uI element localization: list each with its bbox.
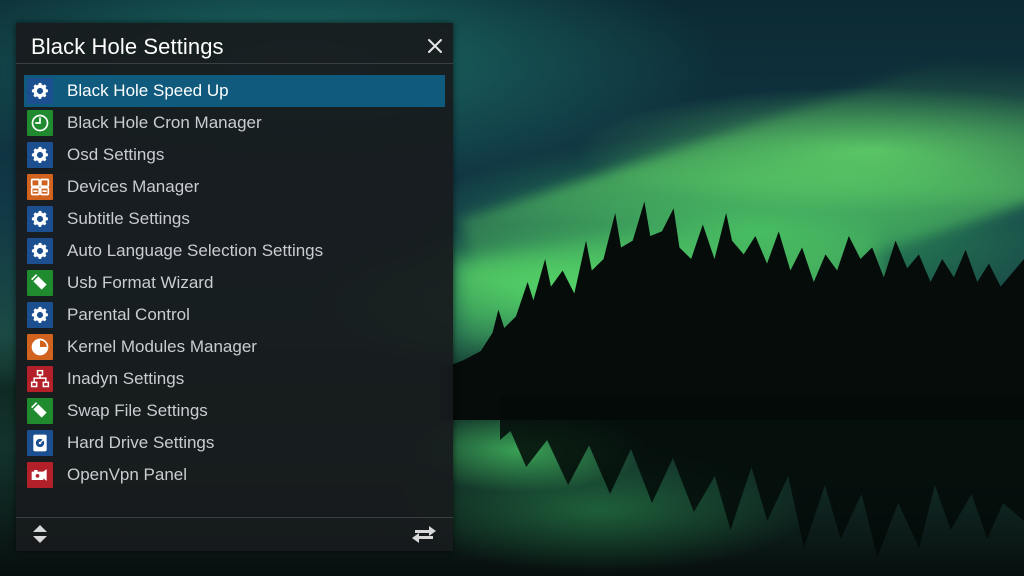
menu-item-label: Subtitle Settings [67,209,190,228]
menu-item-swap-file-settings[interactable]: Swap File Settings [24,395,445,427]
menu-item-label: Kernel Modules Manager [67,337,257,356]
menu-item-black-hole-cron-manager[interactable]: Black Hole Cron Manager [24,107,445,139]
menu-item-label: Devices Manager [67,177,200,196]
hard-drive-icon [27,430,53,456]
menu-item-auto-language-selection-settings[interactable]: Auto Language Selection Settings [24,235,445,267]
menu-item-kernel-modules-manager[interactable]: Kernel Modules Manager [24,331,445,363]
menu-item-label: OpenVpn Panel [67,465,188,484]
menu-item-devices-manager[interactable]: Devices Manager [24,171,445,203]
network-icon [27,366,53,392]
menu-item-openvpn-panel[interactable]: OpenVpn Panel [24,459,445,491]
menu-item-black-hole-speed-up[interactable]: Black Hole Speed Up [24,75,445,107]
menu-item-label: Inadyn Settings [67,369,185,388]
clock-icon [27,110,53,136]
gear-icon [27,142,53,168]
camera-icon [27,462,53,488]
devices-grid-icon [27,174,53,200]
menu-item-label: Black Hole Cron Manager [67,113,262,132]
menu-item-hard-drive-settings[interactable]: Hard Drive Settings [24,427,445,459]
menu-item-osd-settings[interactable]: Osd Settings [24,139,445,171]
up-down-arrows-icon[interactable] [31,524,49,549]
usb-stick-icon [27,398,53,424]
swap-arrows-icon[interactable] [411,525,437,548]
settings-dialog: Black Hole Settings Black Hole Speed Up B… [16,23,453,551]
dialog-footer [16,517,453,551]
dialog-title: Black Hole Settings [31,34,224,59]
pie-chart-icon [27,334,53,360]
menu-item-label: Auto Language Selection Settings [67,241,324,260]
settings-menu-list: Black Hole Speed Up Black Hole Cron Manag… [24,75,445,491]
menu-item-label: Usb Format Wizard [67,273,214,292]
dialog-titlebar: Black Hole Settings [16,23,453,64]
menu-item-label: Black Hole Speed Up [67,81,229,100]
usb-stick-icon [27,270,53,296]
menu-item-inadyn-settings[interactable]: Inadyn Settings [24,363,445,395]
menu-item-usb-format-wizard[interactable]: Usb Format Wizard [24,267,445,299]
menu-item-parental-control[interactable]: Parental Control [24,299,445,331]
gear-icon [27,238,53,264]
menu-item-subtitle-settings[interactable]: Subtitle Settings [24,203,445,235]
gear-icon [27,302,53,328]
menu-item-label: Parental Control [67,305,190,324]
gear-icon [27,206,53,232]
gear-icon [27,78,53,104]
menu-item-label: Swap File Settings [67,401,208,420]
menu-item-label: Hard Drive Settings [67,433,215,452]
close-icon[interactable] [425,36,445,56]
menu-item-label: Osd Settings [67,145,165,164]
